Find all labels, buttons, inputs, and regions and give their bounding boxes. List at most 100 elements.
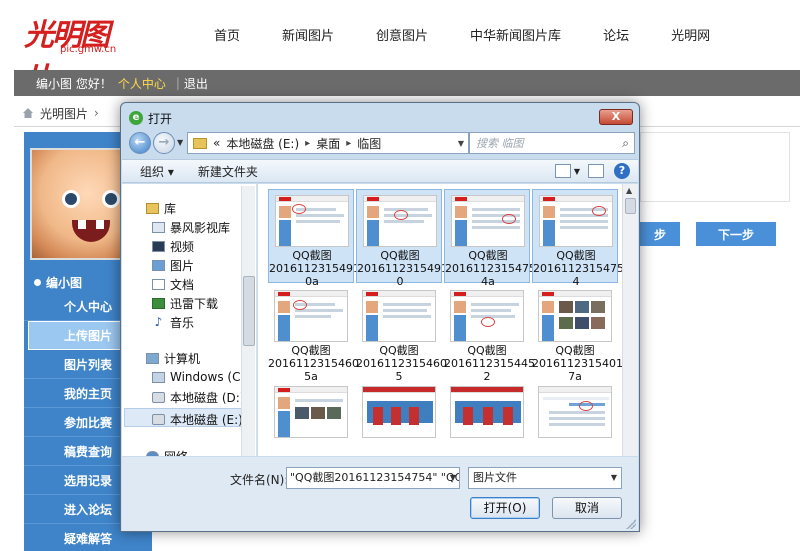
address-bar[interactable]: « 本地磁盘 (E:) ▸ 桌面 ▸ 临图 ▼ [187, 132, 469, 154]
nav-pane-scrollbar[interactable] [241, 186, 255, 456]
chevron-down-icon[interactable]: ▼ [450, 468, 456, 488]
close-button[interactable]: X [599, 109, 633, 125]
address-overflow[interactable]: « [213, 136, 220, 150]
nav-creative-pictures[interactable]: 创意图片 [376, 25, 428, 44]
nav-item-label: 音乐 [170, 316, 195, 330]
nav-item-network[interactable]: 网络 [146, 448, 188, 456]
file-item[interactable]: QQ截图2016112315401 7a [532, 285, 622, 383]
file-item[interactable] [532, 381, 618, 456]
chevron-right-icon[interactable]: ▸ [305, 138, 310, 149]
file-grid: QQ截图2016112315491 0a QQ截图2016112315491 0… [258, 184, 622, 456]
divider: | [175, 76, 180, 90]
nav-news-pictures[interactable]: 新闻图片 [282, 25, 334, 44]
nav-item-library[interactable]: 库 [146, 200, 176, 217]
file-thumbnail [451, 195, 525, 247]
nav-item-label: 图片 [170, 259, 195, 273]
file-type-select[interactable]: 图片文件 ▼ [468, 467, 622, 489]
file-name: QQ截图2016112315475 4a [445, 249, 536, 288]
next-step-button[interactable]: 下一步 [696, 222, 776, 246]
nav-item-video[interactable]: 视频 [152, 238, 194, 255]
logout-link[interactable]: 退出 [184, 75, 208, 92]
nav-gmw[interactable]: 光明网 [671, 25, 710, 44]
open-button[interactable]: 打开(O) [470, 497, 540, 519]
file-item[interactable]: QQ截图2016112315460 5a [268, 285, 359, 383]
file-name: QQ截图2016112315460 5 [356, 344, 447, 383]
filename-input[interactable]: "QQ截图20161123154754" "QQ截 ▼ [286, 467, 460, 489]
file-name: QQ截图2016112315445 2 [444, 344, 535, 383]
view-options-icon[interactable] [554, 164, 571, 178]
prev-step-button[interactable]: 步 [640, 222, 680, 246]
address-segment-desktop[interactable]: 桌面 [316, 135, 340, 152]
bullet-icon [34, 279, 41, 286]
resize-grip-icon[interactable] [626, 519, 636, 529]
nav-item-label: 本地磁盘 (E:) [170, 413, 243, 427]
back-button[interactable]: ← [129, 132, 151, 154]
file-name: QQ截图2016112315401 7a [532, 344, 622, 383]
chevron-right-icon[interactable]: ▸ [346, 138, 351, 149]
nav-item-computer[interactable]: 计算机 [146, 350, 200, 367]
documents-icon [152, 279, 165, 290]
nav-item-label: 本地磁盘 (D:) [170, 391, 245, 405]
drive-icon [152, 392, 165, 403]
user-bar: 编小图 您好！ 个人中心 | 退出 [14, 70, 800, 96]
nav-forum[interactable]: 论坛 [603, 25, 629, 44]
filename-value: "QQ截图20161123154754" "QQ截 [290, 471, 460, 484]
nav-item-label: 迅雷下载 [170, 297, 219, 311]
file-item[interactable]: QQ截图2016112315460 5 [356, 285, 447, 383]
nav-item-music[interactable]: ♪ 音乐 [152, 314, 194, 331]
scrollbar-thumb[interactable] [625, 198, 636, 214]
history-dropdown-icon[interactable]: ▼ [177, 138, 183, 147]
chevron-down-icon[interactable]: ▼ [574, 167, 580, 176]
search-icon[interactable]: ⌕ [622, 136, 629, 151]
windows-drive-icon [152, 371, 165, 383]
file-item[interactable]: QQ截图2016112315445 2 [444, 285, 535, 383]
file-name: QQ截图2016112315491 0 [357, 249, 448, 288]
nav-item-drive-e[interactable]: 本地磁盘 (E:) [152, 411, 243, 428]
scroll-up-icon[interactable]: ▲ [626, 186, 632, 195]
breadcrumb: 光明图片 › [22, 102, 99, 124]
address-segment-drive[interactable]: 本地磁盘 (E:) [226, 135, 299, 152]
nav-item-drive-c[interactable]: Windows (C:) [152, 370, 249, 384]
nav-item-pictures[interactable]: 图片 [152, 257, 194, 274]
file-item[interactable]: QQ截图2016112315475 4 [532, 189, 622, 288]
sidebar-username-text: 编小图 [46, 276, 83, 290]
file-item[interactable]: QQ截图2016112315491 0a [268, 189, 360, 288]
file-item[interactable]: QQ截图2016112315491 0 [356, 189, 448, 288]
file-thumbnail [363, 195, 437, 247]
cancel-button[interactable]: 取消 [552, 497, 622, 519]
site-logo[interactable]: 光明图片 pic.gmw.cn [24, 10, 134, 97]
folder-icon [193, 137, 207, 149]
nav-item-media-library[interactable]: 暴风影视库 [152, 219, 230, 236]
chevron-down-icon[interactable]: ▼ [611, 468, 617, 488]
nav-item-downloads[interactable]: 迅雷下载 [152, 295, 218, 312]
file-item[interactable] [268, 381, 354, 456]
scrollbar-thumb[interactable] [243, 276, 255, 346]
file-item[interactable]: QQ截图2016112315475 4a [444, 189, 536, 288]
organize-menu[interactable]: 组织 ▾ [140, 163, 174, 180]
nav-home[interactable]: 首页 [214, 25, 240, 44]
help-icon[interactable]: ? [614, 163, 630, 179]
file-thumbnail [362, 386, 436, 438]
forward-button[interactable]: → [153, 132, 175, 154]
file-item[interactable] [444, 381, 530, 456]
search-input[interactable]: 搜索 临图 ⌕ [469, 132, 635, 154]
nav-item-drive-d[interactable]: 本地磁盘 (D:) [152, 389, 244, 406]
nav-picture-library[interactable]: 中华新闻图片库 [470, 25, 561, 44]
file-name: QQ截图2016112315491 0a [269, 249, 360, 288]
dialog-title-bar: e 打开 [129, 109, 172, 127]
file-item[interactable] [356, 381, 442, 456]
address-segment-folder[interactable]: 临图 [357, 135, 381, 152]
breadcrumb-home[interactable]: 光明图片 [40, 105, 88, 122]
file-grid-scrollbar[interactable]: ▲ [622, 184, 638, 456]
avatar-eye [102, 190, 120, 208]
preview-pane-icon[interactable] [588, 164, 604, 178]
new-folder-button[interactable]: 新建文件夹 [198, 163, 258, 180]
dialog-footer: 文件名(N): "QQ截图20161123154754" "QQ截 ▼ 图片文件… [122, 457, 638, 531]
personal-center-link[interactable]: 个人中心 [118, 75, 166, 92]
file-thumbnail [450, 386, 524, 438]
file-thumbnail [362, 290, 436, 342]
toolbar-view-controls: ▼ ? [547, 163, 630, 179]
nav-item-documents[interactable]: 文档 [152, 276, 194, 293]
chevron-down-icon[interactable]: ▼ [458, 139, 464, 148]
avatar-tooth [78, 220, 86, 229]
